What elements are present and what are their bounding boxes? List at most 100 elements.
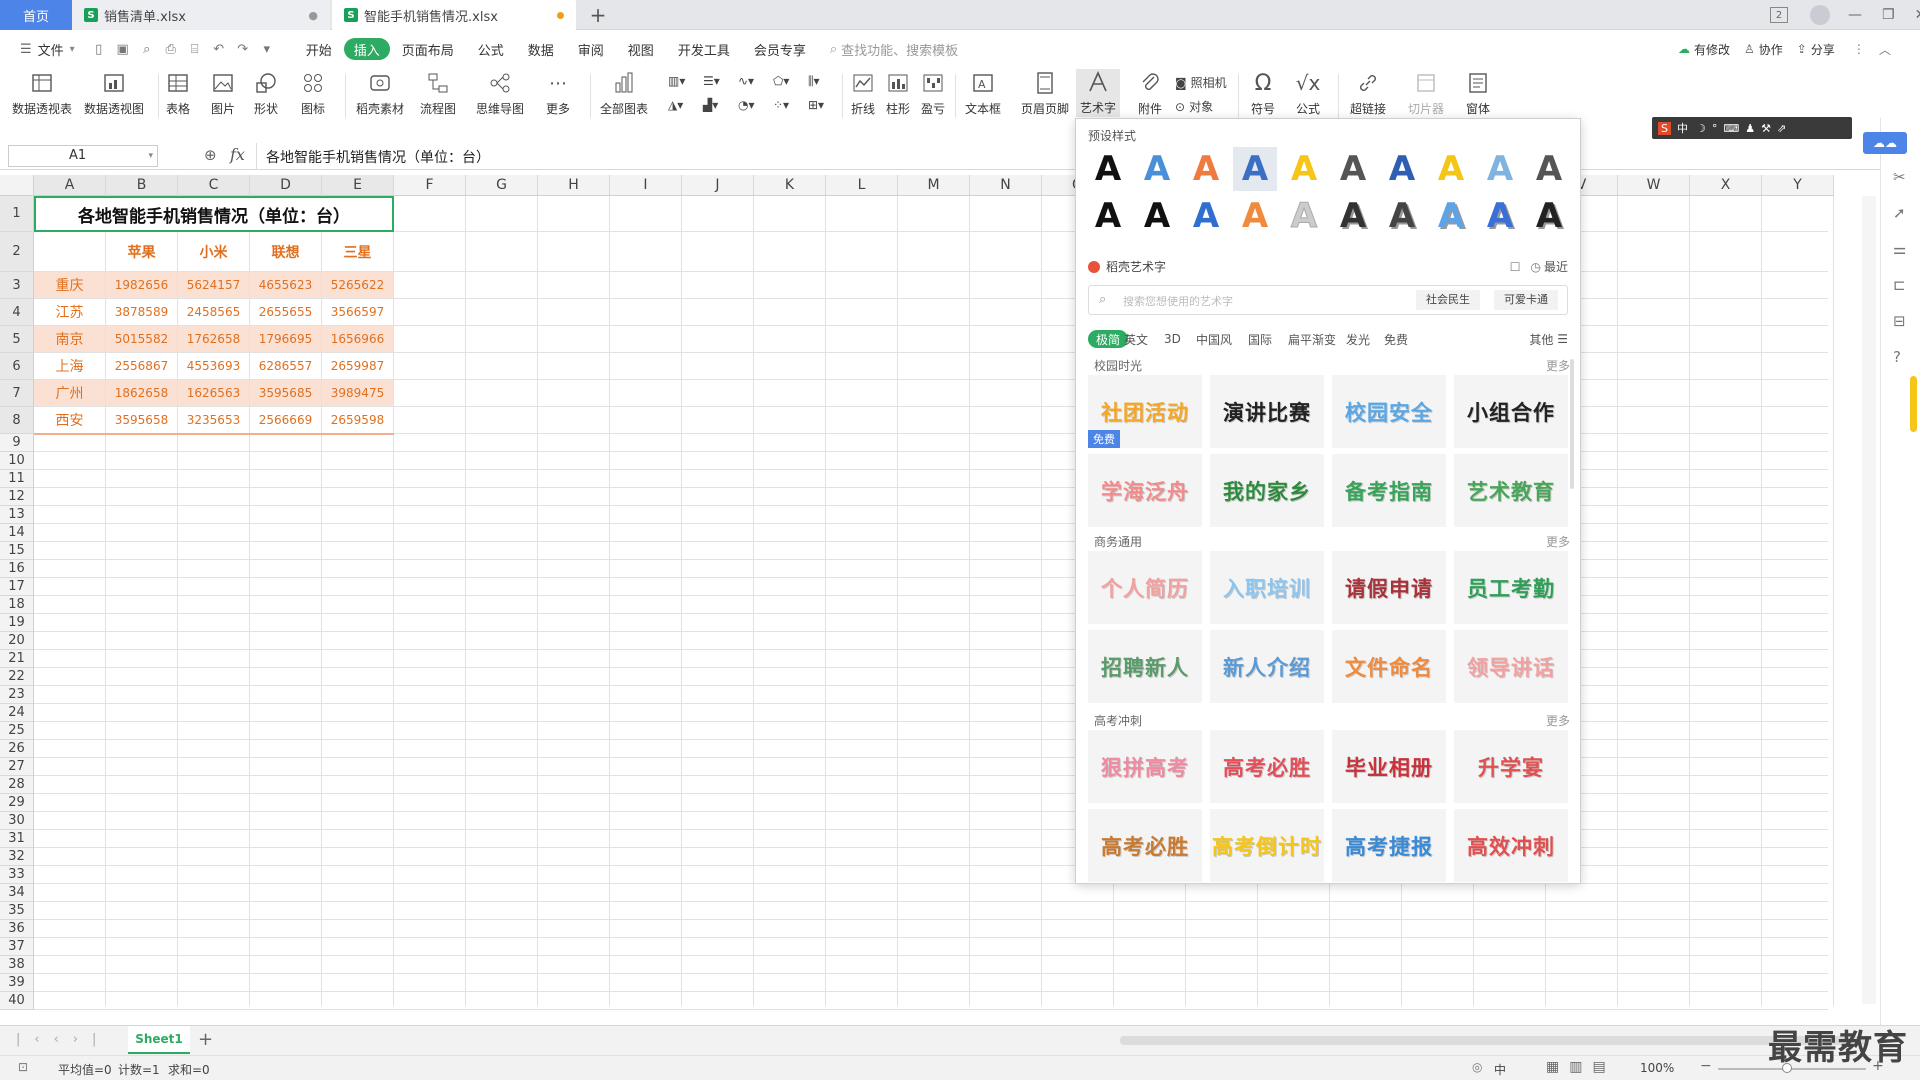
merged-title-cell[interactable]: 各地智能手机销售情况（单位：台） [34,196,394,232]
row-header[interactable]: 25 [0,722,34,740]
tab-sales-list[interactable]: S 销售清单.xlsx ● [72,0,330,30]
horizontal-scrollbar[interactable] [1120,1036,1866,1045]
data-cell[interactable]: 2659598 [322,407,394,434]
section-more-link[interactable]: 更多 [1546,357,1570,374]
column-header[interactable]: J [682,175,754,196]
tag-cartoon[interactable]: 可爱卡通 [1494,290,1558,310]
restore-icon[interactable]: ❐ [1882,7,1895,23]
data-cell[interactable]: 5015582 [106,326,178,353]
data-cell[interactable]: 4655623 [250,272,322,299]
column-header[interactable]: M [898,175,970,196]
category-tab[interactable]: 极简 [1088,330,1129,348]
sliders-icon[interactable]: ⚌ [1893,240,1906,258]
fx-icon[interactable]: fx [230,145,245,164]
wordart-template-card[interactable]: 个人简历 [1088,551,1202,624]
wordart-template-card[interactable]: 高考必胜 [1088,809,1202,882]
column-header[interactable]: E [322,175,394,196]
wordart-preset[interactable]: A [1331,194,1375,238]
sheet-tab-sheet1[interactable]: Sheet1 [128,1026,190,1054]
shape-button[interactable]: 形状 [253,70,279,117]
data-cell[interactable]: 广州 [34,380,106,407]
wordart-preset[interactable]: A [1135,194,1179,238]
object-button[interactable]: ⊙ 对象 [1175,98,1213,115]
row-header[interactable]: 6 [0,353,34,380]
wordart-preset[interactable]: A [1527,194,1571,238]
slicer-button[interactable]: 切片器 [1408,70,1444,117]
wordart-template-card[interactable]: 请假申请 [1332,551,1446,624]
wordart-preset[interactable]: A [1086,194,1130,238]
data-cell[interactable]: 1656966 [322,326,394,353]
wordart-template-card[interactable]: 我的家乡 [1210,454,1324,527]
category-tab[interactable]: 英文 [1124,330,1148,348]
row-header[interactable]: 2 [0,232,34,272]
print-preview-icon[interactable]: ⌸ [186,40,204,58]
hyperlink-button[interactable]: 超链接 [1350,70,1386,117]
row-header[interactable]: 9 [0,434,34,452]
close-icon[interactable]: ● [308,9,318,22]
row-header[interactable]: 13 [0,506,34,524]
tab-smartphone-sales[interactable]: S 智能手机销售情况.xlsx [332,0,576,30]
column-header[interactable]: X [1690,175,1762,196]
format-painter-icon[interactable]: ⌕ [138,40,156,58]
row-header[interactable]: 33 [0,866,34,884]
data-cell[interactable]: 3878589 [106,299,178,326]
column-header[interactable]: F [394,175,466,196]
pie-chart-small-icon[interactable]: ◔▾ [738,98,755,112]
form-button[interactable]: 窗体 [1465,70,1491,117]
row-header[interactable]: 17 [0,578,34,596]
combo-chart-small-icon[interactable]: ▟▾ [703,98,718,112]
more-button[interactable]: ⋯ 更多 [545,70,571,117]
data-cell[interactable]: 1796695 [250,326,322,353]
column-header[interactable]: W [1618,175,1690,196]
wordart-template-card[interactable]: 文件命名 [1332,630,1446,703]
more-icon[interactable]: ⋮ [1853,42,1865,56]
select-all-corner[interactable] [0,175,34,196]
section-more-link[interactable]: 更多 [1546,533,1570,550]
undo-icon[interactable]: ↶ [210,40,228,58]
camera-button[interactable]: ◙ 照相机 [1175,74,1227,91]
category-tab[interactable]: 免费 [1384,330,1408,348]
column-header[interactable]: G [466,175,538,196]
cloud-sync-icon[interactable]: ☁☁ [1863,132,1907,154]
wordart-search-box[interactable]: ⌕ 搜索您想使用的艺术字 社会民生 可爱卡通 [1088,285,1568,315]
wordart-template-card[interactable]: 小组合作 [1454,375,1568,448]
wordart-preset[interactable]: A [1527,147,1571,191]
wordart-template-card[interactable]: 高效冲刺 [1454,809,1568,882]
print-icon[interactable]: ⎙ [162,40,180,58]
wordart-preset[interactable]: A [1233,147,1277,191]
redo-icon[interactable]: ↷ [234,40,252,58]
new-tab-button[interactable]: + [586,0,610,30]
row-header[interactable]: 24 [0,704,34,722]
data-cell[interactable]: 3235653 [178,407,250,434]
column-header[interactable]: A [34,175,106,196]
menu-page-layout[interactable]: 页面布局 [390,38,466,60]
brand-header-cell[interactable]: 联想 [250,232,322,272]
wordart-template-card[interactable]: 备考指南 [1332,454,1446,527]
column-header[interactable]: L [826,175,898,196]
modified-button[interactable]: 有修改 [1694,41,1730,58]
new-file-icon[interactable]: ▯ [90,40,108,58]
minimize-icon[interactable]: — [1848,7,1862,23]
row-header[interactable]: 7 [0,380,34,407]
panel-scrollbar[interactable] [1570,359,1574,489]
help-icon[interactable]: ? [1893,348,1901,366]
archive-icon[interactable]: ⊟ [1893,312,1906,330]
data-cell[interactable]: 2556867 [106,353,178,380]
close-window-icon[interactable]: ✕ [1915,7,1920,23]
bar-chart-small-icon[interactable]: ▥▾ [668,74,685,88]
pivot-chart-button[interactable]: 数据透视图 [84,70,144,117]
customize-icon[interactable]: ▾ [258,40,276,58]
row-header[interactable]: 40 [0,992,34,1010]
wordart-preset[interactable]: A [1380,147,1424,191]
recent-button[interactable]: ☐ ◷ 最近 [1510,258,1568,275]
wordart-template-card[interactable]: 毕业相册 [1332,730,1446,803]
feature-search[interactable]: ⌕ 查找功能、搜索模板 [818,38,970,60]
data-cell[interactable]: 2458565 [178,299,250,326]
data-cell[interactable]: 2566669 [250,407,322,434]
row-header[interactable]: 37 [0,938,34,956]
table-button[interactable]: 表格 [165,70,191,117]
other-chart-small-icon[interactable]: ⊞▾ [808,98,824,112]
brand-header-cell[interactable]: 苹果 [106,232,178,272]
view-mode-icons[interactable]: ▦▥▤ [1546,1059,1616,1075]
row-header[interactable]: 16 [0,560,34,578]
